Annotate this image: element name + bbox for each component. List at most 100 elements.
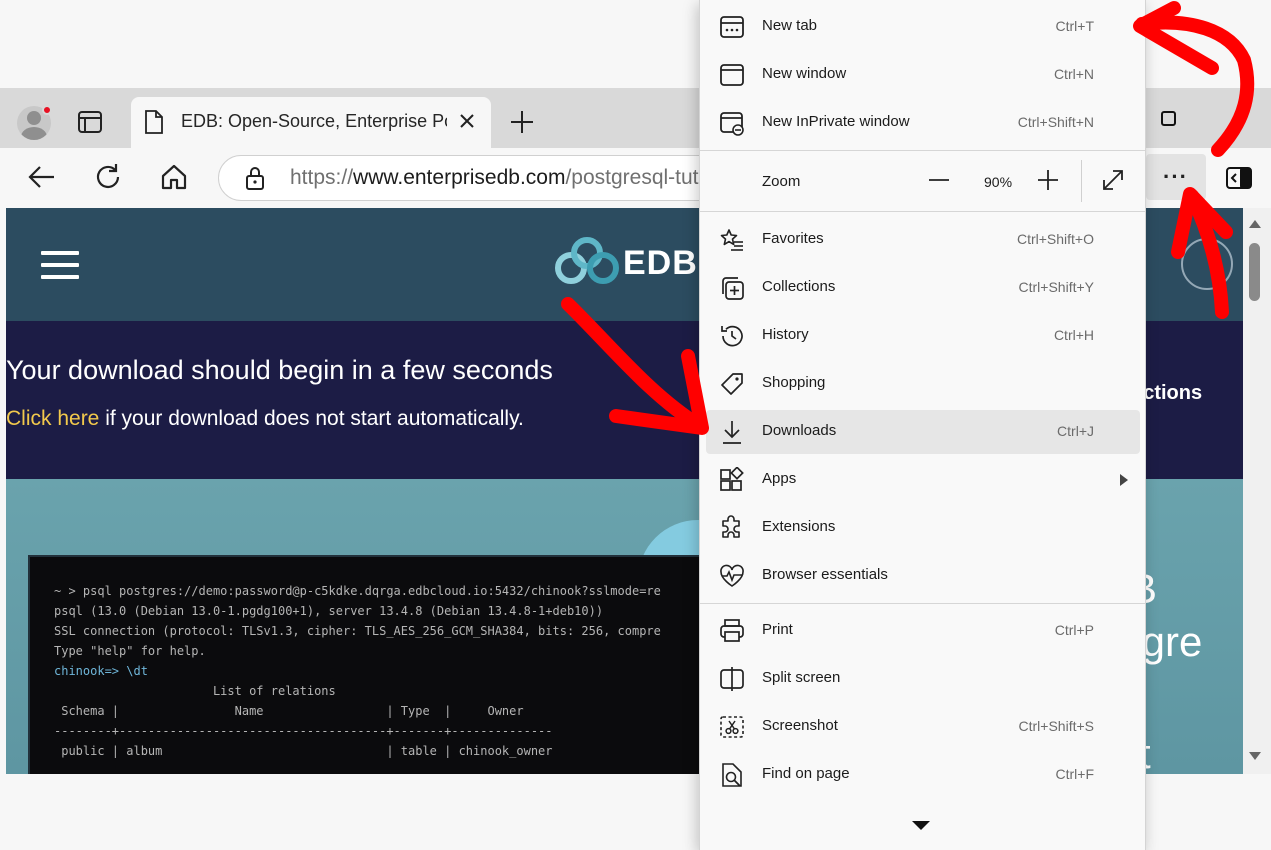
close-tab-icon[interactable] (456, 110, 478, 132)
menu-scroll-down-arrow-icon[interactable] (912, 821, 930, 830)
favorites-icon (720, 229, 743, 251)
menu-item-shortcut: Ctrl+Shift+S (1018, 718, 1094, 734)
terminal-line: SSL connection (protocol: TLSv1.3, ciphe… (54, 624, 661, 638)
menu-item-label: Extensions (762, 518, 836, 535)
terminal-line: List of relations (54, 684, 336, 698)
hamburger-menu-icon[interactable] (41, 251, 79, 279)
menu-item-downloads[interactable]: Downloads Ctrl+J (706, 410, 1140, 454)
menu-item-label: Split screen (762, 669, 841, 686)
zoom-level-value: 90% (984, 174, 1013, 190)
fullscreen-expand-icon[interactable] (1100, 167, 1126, 193)
extensions-icon (722, 515, 740, 538)
terminal-line: Type "help" for help. (54, 644, 206, 658)
menu-item-shortcut: Ctrl+H (1053, 327, 1094, 343)
url-text[interactable]: https://www.enterprisedb.com/postgresql-… (290, 166, 710, 190)
site-logo-text[interactable]: EDB (623, 244, 698, 283)
user-account-icon[interactable] (1181, 238, 1233, 290)
menu-item-extensions[interactable]: Extensions (706, 506, 1140, 550)
terminal-screenshot: ~ > psql postgres://demo:password@p-c5kd… (28, 555, 718, 774)
split-screen-icon (720, 667, 744, 691)
menu-item-shortcut: Ctrl+P (1054, 622, 1094, 638)
tab-actions-icon[interactable] (76, 108, 104, 136)
menu-item-new-window[interactable]: New window Ctrl+N (706, 53, 1140, 97)
find-icon (722, 763, 742, 787)
terminal-line: public | album | table | chinook_owner (54, 744, 553, 758)
menu-item-print[interactable]: Print Ctrl+P (706, 609, 1140, 653)
scrollbar-thumb[interactable] (1249, 243, 1260, 301)
inprivate-icon (720, 112, 744, 136)
banner-title: Your download should begin in a few seco… (6, 355, 553, 385)
terminal-line: chinook=> \dt (54, 664, 148, 678)
scroll-down-arrow-icon[interactable] (1249, 752, 1261, 760)
terminal-line: ~ > psql postgres://demo:password@p-c5kd… (54, 584, 661, 598)
new-tab-plus-icon[interactable] (508, 108, 536, 136)
settings-and-more-button[interactable]: ··· (1146, 154, 1206, 200)
menu-item-shortcut: Ctrl+Shift+O (1016, 231, 1094, 247)
menu-item-label: Find on page (762, 765, 850, 782)
home-icon[interactable] (158, 161, 190, 193)
menu-item-favorites[interactable]: Favorites Ctrl+Shift+O (706, 218, 1140, 262)
terminal-line: --------+-------------------------------… (54, 724, 553, 738)
new-window-icon (720, 64, 744, 86)
lock-icon[interactable] (243, 165, 267, 191)
click-here-link[interactable]: Click here (6, 407, 99, 430)
menu-item-shortcut: Ctrl+J (1057, 423, 1094, 439)
menu-item-find-on-page[interactable]: Find on page Ctrl+F (706, 753, 1140, 797)
url-path: /postgresql-tutorial (565, 166, 710, 189)
scroll-up-arrow-icon[interactable] (1249, 220, 1261, 228)
collections-icon (722, 277, 744, 300)
zoom-divider (1081, 160, 1082, 202)
menu-item-label: Screenshot (762, 717, 838, 734)
menu-item-label: New tab (762, 17, 818, 34)
menu-item-shortcut: Ctrl+T (1055, 18, 1095, 34)
print-icon (720, 619, 744, 642)
menu-item-browser-essentials[interactable]: Browser essentials (706, 554, 1140, 598)
zoom-label: Zoom (762, 173, 801, 190)
profile-notification-dot (42, 105, 52, 115)
back-arrow-icon[interactable] (26, 161, 58, 193)
more-dots-icon: ··· (1163, 164, 1188, 189)
zoom-in-plus-icon[interactable] (1036, 168, 1060, 192)
menu-item-shortcut: Ctrl+Shift+Y (1018, 279, 1094, 295)
menu-separator (700, 603, 1145, 604)
zoom-out-minus-icon[interactable] (927, 168, 951, 192)
refresh-icon[interactable] (92, 161, 124, 193)
menu-item-label: New window (762, 65, 847, 82)
menu-item-history[interactable]: History Ctrl+H (706, 314, 1140, 358)
menu-item-new-tab[interactable]: New tab Ctrl+T (706, 5, 1140, 49)
edb-logo-icon[interactable] (554, 236, 620, 286)
menu-item-shortcut: Ctrl+Shift+N (1017, 114, 1094, 130)
banner-message-text: if your download does not start automati… (99, 407, 524, 430)
menu-item-new-inprivate-window[interactable]: New InPrivate window Ctrl+Shift+N (706, 101, 1140, 145)
sidebar-toggle-icon[interactable] (1225, 165, 1253, 191)
download-icon (723, 421, 741, 444)
apps-icon (720, 467, 744, 491)
menu-item-label: Collections (762, 278, 836, 295)
submenu-arrow-icon (1120, 474, 1128, 486)
new-tab-icon (720, 16, 744, 38)
tab-title: EDB: Open-Source, Enterprise Postgres Da… (181, 111, 447, 131)
menu-item-label: Apps (762, 470, 797, 487)
screenshot-icon (720, 716, 744, 738)
menu-item-shopping[interactable]: Shopping (706, 362, 1140, 406)
menu-item-apps[interactable]: Apps (706, 458, 1140, 502)
menu-separator (700, 150, 1145, 151)
menu-item-label: Shopping (762, 374, 826, 391)
menu-item-label: Downloads (762, 422, 837, 439)
history-icon (721, 325, 743, 347)
menu-item-label: History (762, 326, 809, 343)
url-domain: www.enterprisedb.com (353, 166, 566, 189)
shopping-tag-icon (721, 373, 743, 395)
maximize-window-icon[interactable] (1156, 106, 1182, 132)
menu-item-label: Browser essentials (762, 566, 888, 583)
menu-item-shortcut: Ctrl+N (1053, 66, 1094, 82)
menu-item-screenshot[interactable]: Screenshot Ctrl+Shift+S (706, 705, 1140, 749)
page-icon (145, 110, 163, 134)
menu-item-collections[interactable]: Collections Ctrl+Shift+Y (706, 266, 1140, 310)
menu-item-label: Print (762, 621, 793, 638)
url-scheme: https:// (290, 166, 354, 189)
heartbeat-icon (720, 564, 744, 587)
settings-and-more-menu: New tab Ctrl+T New window Ctrl+N New InP… (699, 0, 1146, 850)
banner-message: Click here if your download does not sta… (6, 407, 524, 431)
menu-item-split-screen[interactable]: Split screen (706, 657, 1140, 701)
